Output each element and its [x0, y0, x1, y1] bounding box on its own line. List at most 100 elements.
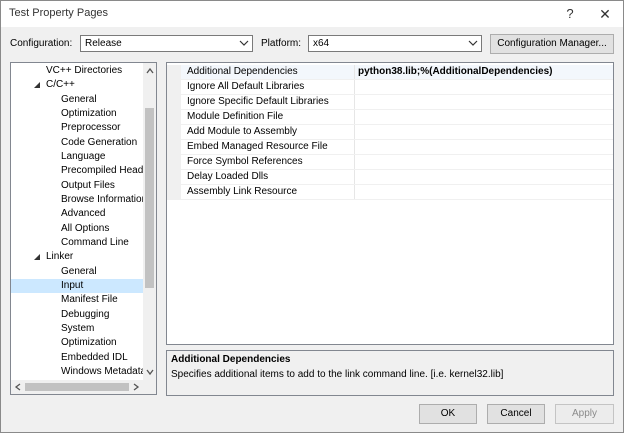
tree-item-output-files[interactable]: Output Files — [11, 179, 143, 193]
tree-item-linker-optimization[interactable]: Optimization — [11, 336, 143, 350]
row-gutter — [167, 125, 181, 139]
scroll-down-icon[interactable] — [144, 366, 156, 378]
tree-item-label: Debugging — [61, 309, 110, 320]
property-row-additional-dependencies[interactable]: Additional Dependencies python38.lib;%(A… — [167, 65, 613, 80]
property-row-module-definition-file[interactable]: Module Definition File — [167, 110, 613, 125]
column-separator — [354, 125, 355, 139]
tree-item-c-cpp[interactable]: C/C++ — [11, 78, 143, 92]
scroll-left-icon[interactable] — [12, 381, 24, 393]
tree-item-label: Embedded IDL — [61, 352, 128, 363]
column-separator — [354, 80, 355, 94]
property-row-add-module-to-assembly[interactable]: Add Module to Assembly — [167, 125, 613, 140]
property-row-embed-managed-resource-file[interactable]: Embed Managed Resource File — [167, 140, 613, 155]
tree-item-windows-metadata[interactable]: Windows Metadata — [11, 365, 143, 379]
tree-horizontal-scrollbar[interactable] — [11, 380, 156, 394]
tree-item-linker[interactable]: Linker — [11, 250, 143, 264]
property-name: Delay Loaded Dlls — [187, 171, 269, 182]
tree-item-preprocessor[interactable]: Preprocessor — [11, 121, 143, 135]
configuration-value: Release — [85, 38, 122, 49]
property-grid: Additional Dependencies python38.lib;%(A… — [166, 62, 614, 345]
tree-item-label: Preprocessor — [61, 122, 121, 133]
tree-item-browse-information[interactable]: Browse Information — [11, 193, 143, 207]
tree-item-label: VC++ Directories — [46, 65, 123, 76]
description-title: Additional Dependencies — [171, 354, 291, 365]
property-value[interactable]: python38.lib;%(AdditionalDependencies) — [358, 66, 552, 77]
row-gutter — [167, 170, 181, 184]
tree-item-language[interactable]: Language — [11, 150, 143, 164]
tree-item-label: Linker — [46, 251, 74, 262]
tree-item-label: Optimization — [61, 108, 117, 119]
tree-item-label: Advanced — [61, 208, 106, 219]
scroll-right-icon[interactable] — [130, 381, 142, 393]
platform-value: x64 — [313, 38, 330, 49]
tree-item-label: Output Files — [61, 180, 115, 191]
tree-item-label: Windows Metadata — [61, 366, 143, 377]
tree-item-command-line[interactable]: Command Line — [11, 236, 143, 250]
configuration-label: Configuration: — [10, 38, 73, 49]
tree-item-label: All Options — [61, 223, 110, 234]
tree-item-label: Command Line — [61, 237, 129, 248]
tree-vertical-scroll-thumb[interactable] — [145, 108, 154, 288]
tree-item-label: Input — [61, 280, 84, 291]
row-gutter — [167, 80, 181, 94]
column-separator — [354, 155, 355, 169]
tree-item-code-generation[interactable]: Code Generation — [11, 136, 143, 150]
tree-item-manifest-file[interactable]: Manifest File — [11, 293, 143, 307]
row-gutter — [167, 95, 181, 109]
tree-vertical-scrollbar[interactable] — [143, 63, 156, 380]
tree-item-debugging[interactable]: Debugging — [11, 308, 143, 322]
column-separator — [354, 140, 355, 154]
property-name: Embed Managed Resource File — [187, 141, 328, 152]
property-row-ignore-all-default-libraries[interactable]: Ignore All Default Libraries — [167, 80, 613, 95]
column-separator — [354, 185, 355, 199]
property-name: Ignore All Default Libraries — [187, 81, 305, 92]
configuration-manager-button[interactable]: Configuration Manager... — [490, 34, 614, 54]
row-gutter — [167, 110, 181, 124]
property-name: Ignore Specific Default Libraries — [187, 96, 329, 107]
tree-item-label: Language — [61, 151, 106, 162]
tree-item-linker-general[interactable]: General — [11, 265, 143, 279]
property-pages-window: Test Property Pages ? ✕ Configuration: R… — [0, 0, 624, 433]
tree-item-cc-general[interactable]: General — [11, 93, 143, 107]
tree-item-input[interactable]: Input — [11, 279, 143, 293]
property-row-assembly-link-resource[interactable]: Assembly Link Resource — [167, 185, 613, 200]
tree-item-embedded-idl[interactable]: Embedded IDL — [11, 351, 143, 365]
chevron-down-icon — [239, 40, 249, 46]
property-name: Force Symbol References — [187, 156, 303, 167]
property-row-delay-loaded-dlls[interactable]: Delay Loaded Dlls — [167, 170, 613, 185]
column-separator — [354, 110, 355, 124]
tree-item-cc-optimization[interactable]: Optimization — [11, 107, 143, 121]
platform-label: Platform: — [261, 38, 302, 49]
tree-item-advanced[interactable]: Advanced — [11, 207, 143, 221]
tree-item-label: C/C++ — [46, 79, 75, 90]
property-name: Assembly Link Resource — [187, 186, 298, 197]
tree-item-label: Manifest File — [61, 294, 118, 305]
close-button[interactable]: ✕ — [591, 4, 619, 24]
platform-select[interactable]: x64 — [308, 35, 482, 52]
description-panel: Additional Dependencies Specifies additi… — [166, 350, 614, 396]
tree-item-precompiled-headers[interactable]: Precompiled Headers — [11, 164, 143, 178]
tree-item-label: Browse Information — [61, 194, 143, 205]
property-name: Additional Dependencies — [187, 66, 298, 77]
row-gutter — [167, 155, 181, 169]
ok-button[interactable]: OK — [419, 404, 477, 424]
cancel-button[interactable]: Cancel — [487, 404, 545, 424]
title-bar[interactable]: Test Property Pages ? ✕ — [1, 1, 623, 27]
tree-horizontal-scroll-thumb[interactable] — [25, 383, 129, 391]
column-separator — [354, 95, 355, 109]
tree-item-label: Precompiled Headers — [61, 165, 143, 176]
property-name: Add Module to Assembly — [187, 126, 298, 137]
apply-button[interactable]: Apply — [555, 404, 614, 424]
tree-item-vc-directories[interactable]: VC++ Directories — [11, 64, 143, 78]
help-button[interactable]: ? — [556, 4, 584, 24]
expanded-triangle-icon[interactable] — [33, 81, 41, 89]
tree-item-system[interactable]: System — [11, 322, 143, 336]
property-row-ignore-specific-default-libraries[interactable]: Ignore Specific Default Libraries — [167, 95, 613, 110]
property-name: Module Definition File — [187, 111, 284, 122]
tree-item-all-options[interactable]: All Options — [11, 222, 143, 236]
expanded-triangle-icon[interactable] — [33, 253, 41, 261]
property-row-force-symbol-references[interactable]: Force Symbol References — [167, 155, 613, 170]
scroll-up-icon[interactable] — [144, 65, 156, 77]
row-gutter — [167, 65, 181, 79]
configuration-select[interactable]: Release — [80, 35, 253, 52]
